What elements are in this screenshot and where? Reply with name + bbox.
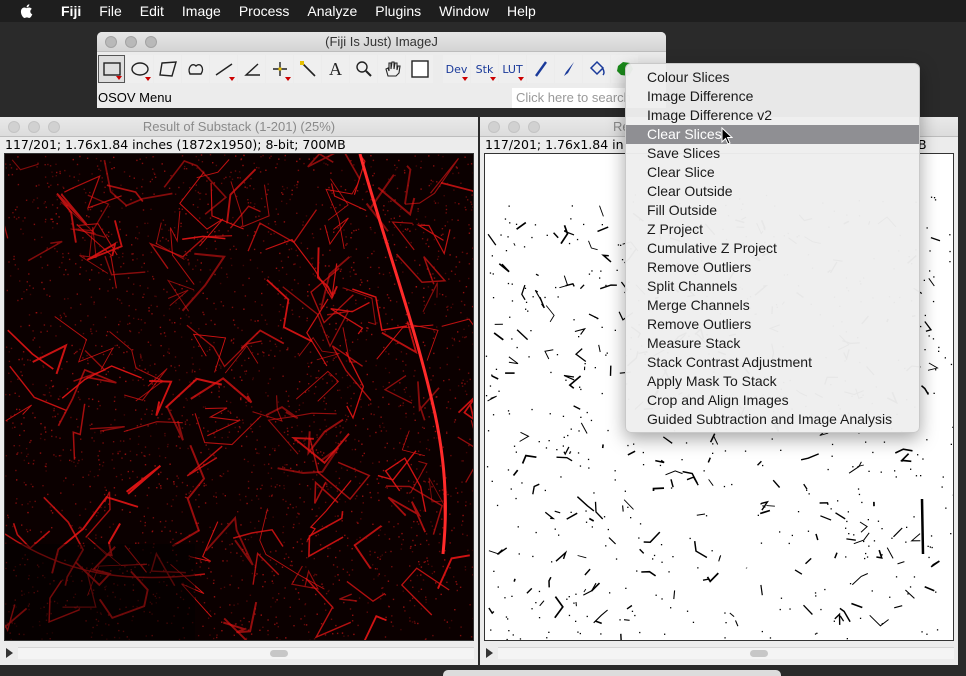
play-animation-icon[interactable] (486, 648, 493, 658)
menu-item-clear-slices[interactable]: Clear Slices (626, 125, 919, 144)
brush-tool-icon[interactable] (555, 55, 582, 83)
background-window-edge (443, 670, 781, 676)
menu-item-stack-contrast-adjustment[interactable]: Stack Contrast Adjustment (626, 353, 919, 372)
mouse-pointer-icon (721, 127, 733, 145)
result-substack-window: Result of Substack (1-201) (25%) 117/201… (0, 117, 478, 665)
left-image-info: 117/201; 1.76x1.84 inches (1872x1950); 8… (5, 137, 346, 152)
imagej-window-title: (Fiji Is Just) ImageJ (325, 34, 438, 49)
osov-menu-label[interactable]: OSOV Menu (98, 90, 172, 105)
slice-scrollbar[interactable] (18, 647, 474, 659)
polygon-tool-icon[interactable] (154, 55, 181, 83)
menu-image[interactable]: Image (173, 0, 230, 22)
pencil-tool-icon[interactable] (527, 55, 554, 83)
flood-fill-tool-icon[interactable] (583, 55, 610, 83)
slice-scrollbar-thumb[interactable] (750, 650, 768, 657)
osov-dropdown-menu: Colour Slices Image Difference Image Diffe… (625, 63, 920, 433)
menu-edit[interactable]: Edit (131, 0, 173, 22)
red-vessel-image-canvas[interactable] (4, 153, 474, 641)
color-picker-tool-icon[interactable] (406, 55, 433, 83)
imagej-titlebar[interactable]: (Fiji Is Just) ImageJ (97, 32, 666, 52)
menu-item-merge-channels[interactable]: Merge Channels (626, 296, 919, 315)
magnifier-tool-icon[interactable] (350, 55, 377, 83)
menu-process[interactable]: Process (230, 0, 299, 22)
tool-bar: A Dev Stk LUT (97, 52, 666, 86)
menu-item-fill-outside[interactable]: Fill Outside (626, 201, 919, 220)
minimize-window-button[interactable] (28, 120, 40, 133)
apple-icon[interactable] (18, 2, 36, 20)
imagej-toolbar-window: (Fiji Is Just) ImageJ A Dev Stk LUT OSOV… (97, 32, 666, 108)
menu-item-z-project[interactable]: Z Project (626, 220, 919, 239)
menu-item-remove-outliers[interactable]: Remove Outliers (626, 258, 919, 277)
minimize-window-button[interactable] (125, 35, 137, 48)
menu-item-remove-outliers[interactable]: Remove Outliers (626, 315, 919, 334)
menu-item-image-difference-v2[interactable]: Image Difference v2 (626, 106, 919, 125)
left-window-title: Result of Substack (1-201) (25%) (142, 119, 336, 134)
oval-tool-icon[interactable] (126, 55, 153, 83)
menu-item-crop-and-align-images[interactable]: Crop and Align Images (626, 391, 919, 410)
stk-menu-button[interactable]: Stk (471, 55, 498, 83)
menu-item-apply-mask-to-stack[interactable]: Apply Mask To Stack (626, 372, 919, 391)
freehand-tool-icon[interactable] (182, 55, 209, 83)
line-tool-icon[interactable] (210, 55, 237, 83)
angle-tool-icon[interactable] (238, 55, 265, 83)
minimize-window-button[interactable] (508, 120, 520, 133)
menu-file[interactable]: File (90, 0, 131, 22)
menu-item-split-channels[interactable]: Split Channels (626, 277, 919, 296)
zoom-window-button[interactable] (48, 120, 60, 133)
menu-item-guided-subtraction-and-image-analysis[interactable]: Guided Subtraction and Image Analysis (626, 410, 919, 429)
menu-app-fiji[interactable]: Fiji (52, 0, 90, 22)
menu-item-clear-outside[interactable]: Clear Outside (626, 182, 919, 201)
menu-item-colour-slices[interactable]: Colour Slices (626, 68, 919, 87)
hand-tool-icon[interactable] (378, 55, 405, 83)
menu-item-image-difference[interactable]: Image Difference (626, 87, 919, 106)
menu-help[interactable]: Help (498, 0, 545, 22)
menubar: Fiji File Edit Image Process Analyze Plu… (0, 0, 966, 22)
menu-window[interactable]: Window (430, 0, 498, 22)
menu-analyze[interactable]: Analyze (298, 0, 366, 22)
close-window-button[interactable] (488, 120, 500, 133)
rectangle-tool-icon[interactable] (98, 55, 125, 83)
menu-item-clear-slice[interactable]: Clear Slice (626, 163, 919, 182)
zoom-window-button[interactable] (145, 35, 157, 48)
slice-scrollbar-thumb[interactable] (270, 650, 288, 657)
menu-item-save-slices[interactable]: Save Slices (626, 144, 919, 163)
dev-menu-button[interactable]: Dev (443, 55, 470, 83)
menu-item-cumulative-z-project[interactable]: Cumulative Z Project (626, 239, 919, 258)
slice-scrollbar[interactable] (498, 647, 954, 659)
close-window-button[interactable] (8, 120, 20, 133)
menu-plugins[interactable]: Plugins (366, 0, 430, 22)
text-tool-icon[interactable]: A (322, 55, 349, 83)
lut-menu-button[interactable]: LUT (499, 55, 526, 83)
left-window-titlebar[interactable]: Result of Substack (1-201) (25%) (0, 117, 478, 137)
point-tool-icon[interactable] (266, 55, 293, 83)
menu-item-measure-stack[interactable]: Measure Stack (626, 334, 919, 353)
close-window-button[interactable] (105, 35, 117, 48)
wand-tool-icon[interactable] (294, 55, 321, 83)
zoom-window-button[interactable] (528, 120, 540, 133)
play-animation-icon[interactable] (6, 648, 13, 658)
